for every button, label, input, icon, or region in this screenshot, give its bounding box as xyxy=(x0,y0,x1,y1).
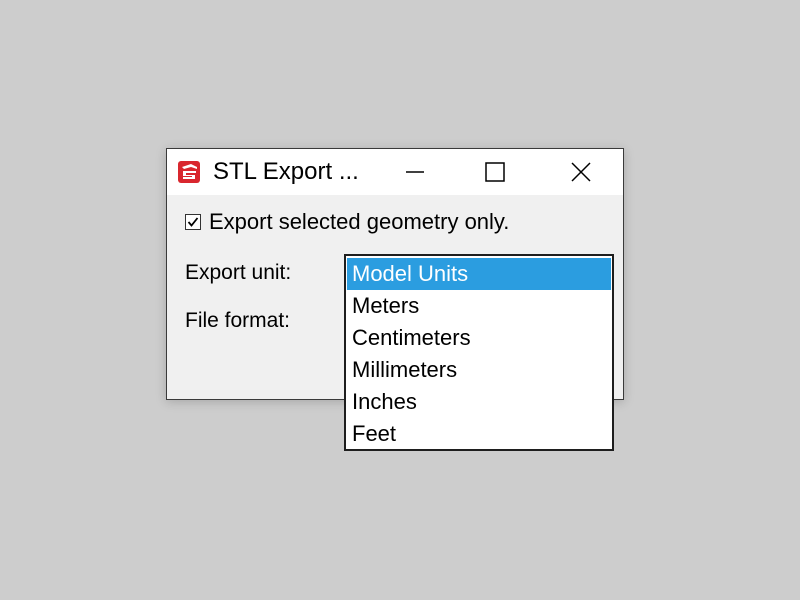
close-icon xyxy=(571,162,591,182)
unit-option-millimeters[interactable]: Millimeters xyxy=(347,354,611,386)
export-unit-dropdown-list[interactable]: Model Units Meters Centimeters Millimete… xyxy=(344,254,614,451)
export-unit-label: Export unit: xyxy=(185,261,292,284)
export-selected-label: Export selected geometry only. xyxy=(209,209,510,234)
checkmark-icon xyxy=(187,217,199,227)
unit-option-model-units[interactable]: Model Units xyxy=(347,258,611,290)
minimize-icon xyxy=(406,171,424,173)
unit-option-centimeters[interactable]: Centimeters xyxy=(347,322,611,354)
title-bar[interactable]: STL Export ... xyxy=(167,149,623,195)
maximize-icon xyxy=(485,162,505,182)
sketchup-logo-icon xyxy=(177,159,203,185)
unit-option-inches[interactable]: Inches xyxy=(347,386,611,418)
file-format-label: File format: xyxy=(185,309,291,332)
minimize-button[interactable] xyxy=(375,149,455,195)
unit-option-feet[interactable]: Feet xyxy=(347,418,611,450)
window-title: STL Export ... xyxy=(213,158,359,185)
export-selected-option[interactable]: Export selected geometry only. xyxy=(185,209,509,235)
export-selected-checkbox[interactable] xyxy=(185,214,201,230)
unit-option-meters[interactable]: Meters xyxy=(347,290,611,322)
close-button[interactable] xyxy=(541,149,621,195)
maximize-button[interactable] xyxy=(455,149,535,195)
